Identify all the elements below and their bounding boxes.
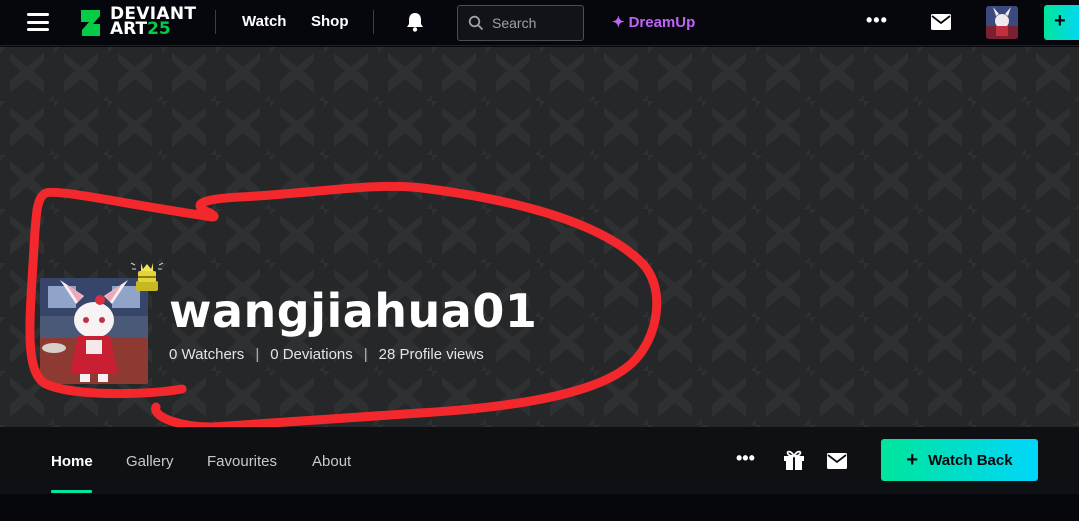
watch-back-label: Watch Back xyxy=(928,451,1013,469)
profile-banner: wangjiahua01 0 Watchers | 0 Deviations | 28 … xyxy=(0,47,1079,427)
tab-home[interactable]: Home xyxy=(51,453,93,470)
stats-separator: | xyxy=(255,346,260,363)
active-tab-indicator xyxy=(51,490,92,493)
page-content-area xyxy=(0,494,1079,521)
banner-pattern xyxy=(0,47,1079,427)
deviantart-logo[interactable]: DEVIANT ART25 xyxy=(78,6,196,39)
logo-word-art: ART25 xyxy=(110,19,171,39)
tab-favourites[interactable]: Favourites xyxy=(207,453,277,470)
deviations-count[interactable]: 0 Deviations xyxy=(270,346,353,363)
dreamup-label: DreamUp xyxy=(628,14,696,31)
mail-icon[interactable] xyxy=(931,14,951,30)
menu-icon[interactable] xyxy=(27,13,49,31)
watch-back-button[interactable]: + Watch Back xyxy=(881,439,1038,481)
search-icon xyxy=(468,15,484,31)
more-options-icon[interactable]: ••• xyxy=(736,448,755,469)
tab-about[interactable]: About xyxy=(312,453,351,470)
bell-icon[interactable] xyxy=(404,11,426,33)
nav-watch[interactable]: Watch xyxy=(242,13,286,30)
tab-gallery[interactable]: Gallery xyxy=(126,453,174,470)
sparkle-icon: ✦ xyxy=(612,14,625,31)
plus-icon: + xyxy=(906,448,919,471)
gift-icon[interactable] xyxy=(783,449,805,471)
search-input[interactable]: Search xyxy=(457,5,584,41)
search-placeholder: Search xyxy=(492,15,537,31)
create-button[interactable]: + xyxy=(1044,5,1079,40)
watchers-count[interactable]: 0 Watchers xyxy=(169,346,244,363)
more-options-icon[interactable]: ••• xyxy=(866,10,888,31)
avatar-image xyxy=(986,6,1018,39)
profile-tab-bar: Home Gallery Favourites About ••• + Watc… xyxy=(0,427,1079,494)
stats-separator: | xyxy=(363,346,368,363)
nav-shop[interactable]: Shop xyxy=(311,13,349,30)
profile-stats: 0 Watchers | 0 Deviations | 28 Profile views xyxy=(169,346,484,363)
user-avatar[interactable] xyxy=(986,6,1018,39)
profile-username[interactable]: wangjiahua01 xyxy=(169,284,537,338)
divider xyxy=(215,10,216,34)
divider xyxy=(373,10,374,34)
deviantart-logo-icon xyxy=(81,10,100,36)
top-navigation-bar: DEVIANT ART25 Watch Shop Search ✦ DreamUp… xyxy=(0,0,1079,46)
mail-icon[interactable] xyxy=(827,453,847,469)
profile-views-count: 28 Profile views xyxy=(378,346,484,363)
birthday-cake-badge-icon xyxy=(130,262,164,291)
dreamup-link[interactable]: ✦ DreamUp xyxy=(612,13,695,31)
